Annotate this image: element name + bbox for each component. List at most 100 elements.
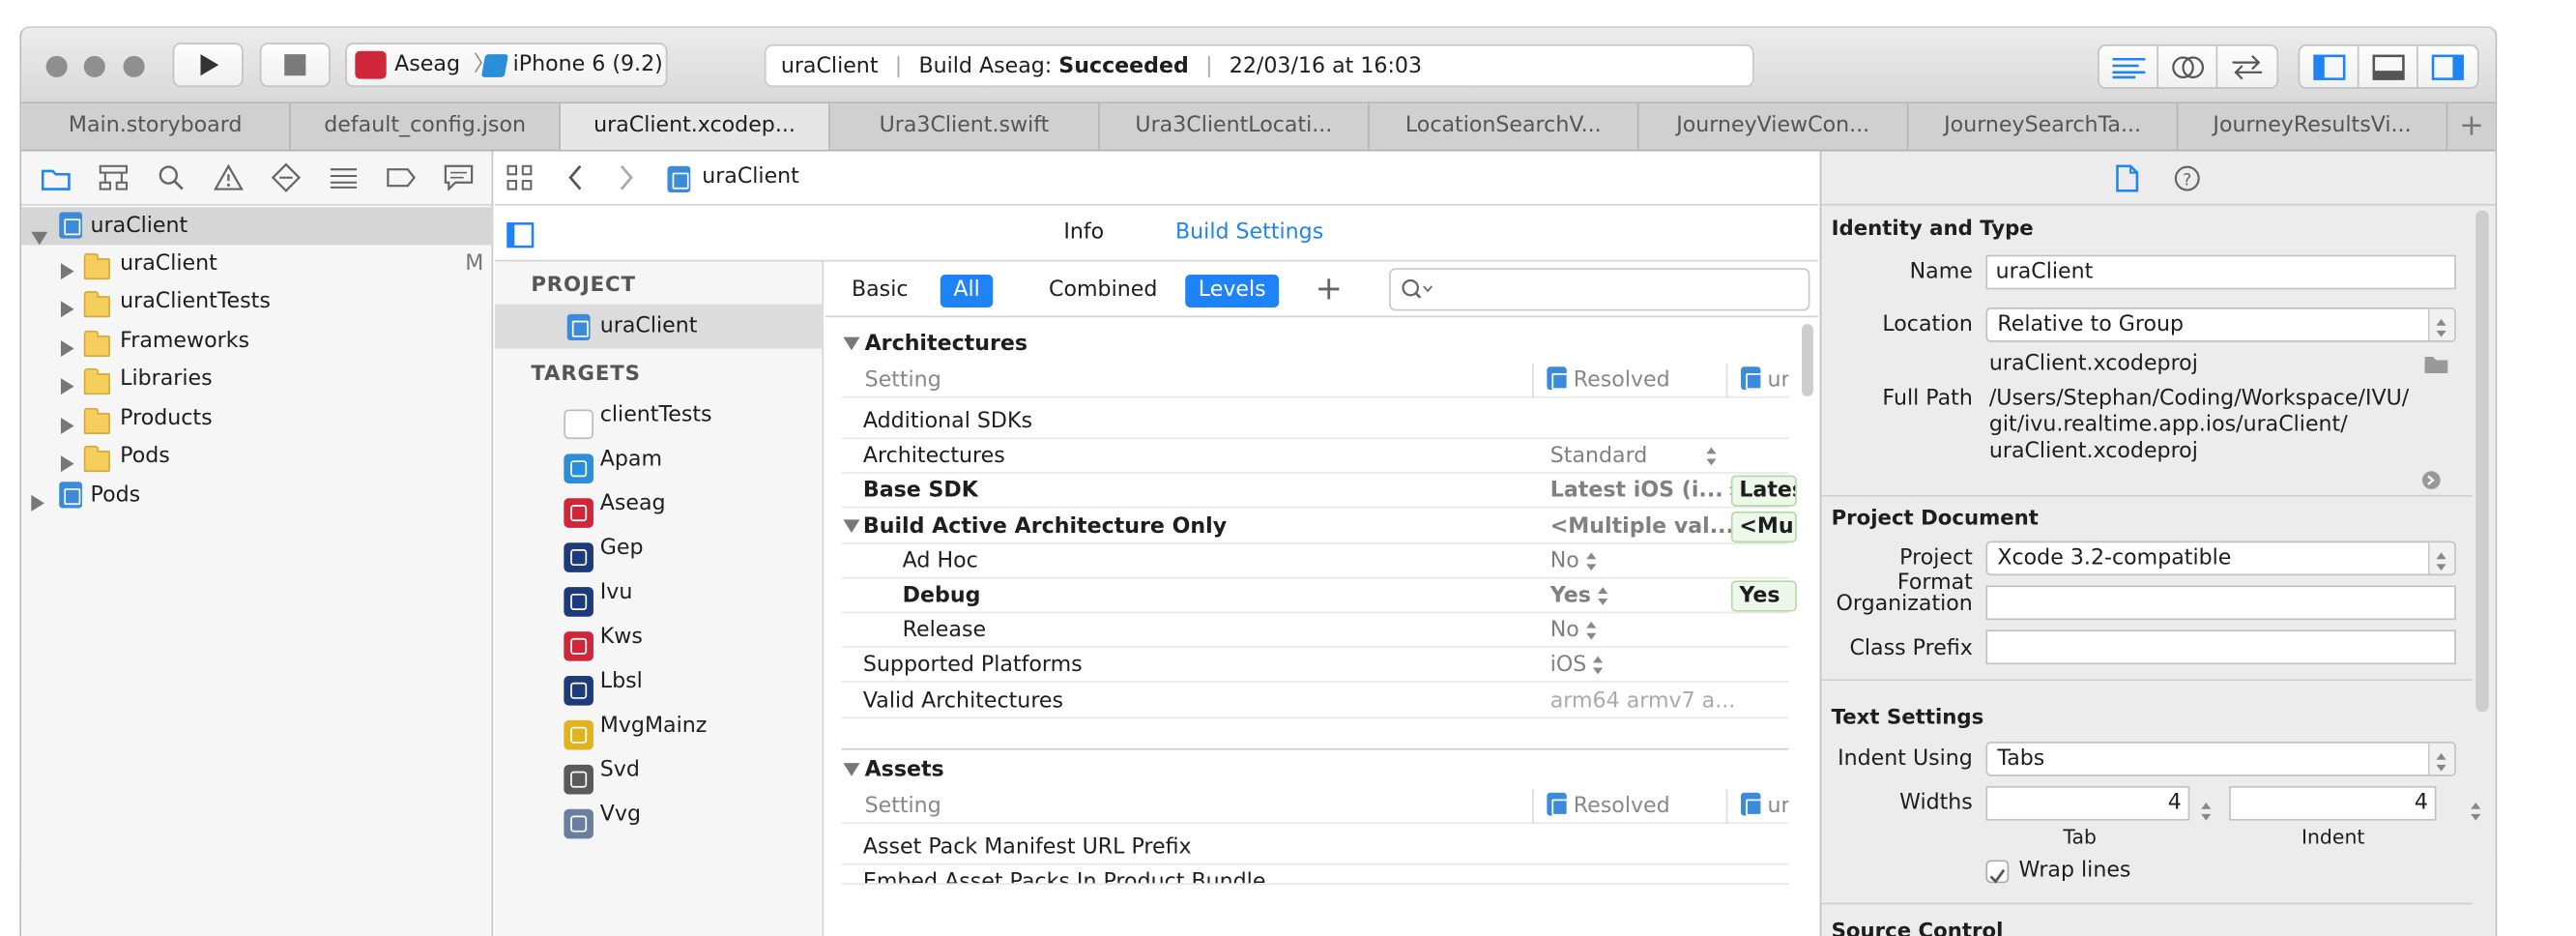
related-items-grid-icon[interactable] [507,164,533,190]
indent-using-popup[interactable]: Tabs [1985,742,2456,776]
help-circle-icon[interactable]: ? [2173,164,2201,192]
disclosure-open-icon[interactable] [843,336,860,351]
tab-locationsearch[interactable]: LocationSearchV... [1370,103,1639,150]
wrap-lines-checkbox[interactable] [1985,860,2010,884]
setting-row[interactable]: Embed Asset Packs In Product Bundle [841,865,1789,885]
tab-default-config[interactable]: default_config.json [291,103,561,150]
setting-row[interactable]: Additional SDKs [841,404,1789,440]
tab-build-settings[interactable]: Build Settings [1175,220,1323,246]
run-button[interactable] [172,43,244,88]
toggle-utilities-button[interactable] [2418,46,2477,88]
toggle-debug-area-button[interactable] [2359,45,2418,88]
build-settings-search-field[interactable] [1389,268,1810,311]
folder-icon[interactable] [38,160,73,195]
setting-row[interactable]: Release No [841,614,1789,649]
reveal-arrow-icon[interactable] [2421,470,2441,489]
level-value-chip[interactable]: Yes [1730,580,1797,612]
target-item[interactable]: Kws [495,615,824,660]
disclosure-open-icon[interactable] [843,518,860,533]
tab-main-storyboard[interactable]: Main.storyboard [21,103,292,150]
value-stepper-icon[interactable] [1593,657,1605,675]
disclosure-closed-icon[interactable] [60,340,74,358]
inspector-scrollbar[interactable] [2475,210,2489,713]
jump-bar-title[interactable]: uraClient [702,164,799,190]
tab-journeysearchtable[interactable]: JourneySearchTa... [1909,103,2179,150]
search-icon[interactable] [153,160,188,195]
add-setting-button[interactable]: + [1316,268,1344,307]
forward-arrow-icon[interactable] [618,164,634,190]
nav-item-libraries[interactable]: Libraries [21,360,493,397]
value-stepper-icon[interactable] [1706,447,1719,466]
breakpoint-icon[interactable] [383,160,419,195]
disclosure-closed-icon[interactable] [60,455,74,473]
file-document-icon[interactable] [2116,164,2139,192]
target-item[interactable]: Lbsl [495,659,824,705]
setting-row[interactable]: Ad Hoc No [841,544,1789,579]
nav-item-pods-folder[interactable]: Pods [21,437,493,475]
class-prefix-field[interactable] [1985,629,2456,665]
nav-root-pods[interactable]: Pods [21,477,493,514]
location-popup[interactable]: Relative to Group [1985,307,2456,342]
disclosure-closed-icon[interactable] [31,494,44,512]
nav-item-frameworks[interactable]: Frameworks [21,322,493,360]
setting-row[interactable]: Architectures Standard [841,439,1789,475]
setting-row[interactable]: Base SDK Latest iOS (i...Lates [841,474,1797,510]
architectures-section[interactable]: Architectures [842,327,1789,362]
minimize-window-button[interactable] [83,55,105,77]
debug-list-icon[interactable] [326,160,362,195]
disclosure-open-icon[interactable] [843,763,860,776]
tab-journeyresultsview[interactable]: JourneyResultsVi... [2178,103,2448,150]
stop-button[interactable] [259,43,331,88]
nav-item-uraclienttests[interactable]: uraClientTests [21,283,493,321]
assistant-editor-button[interactable] [2158,45,2218,88]
scheme-selector[interactable]: Aseag 〉 iPhone 6 (9.2) [345,43,668,88]
project-format-popup[interactable]: Xcode 3.2-compatible [1985,541,2456,576]
target-item[interactable]: Apam [495,437,824,483]
target-item[interactable]: MvgMainz [495,704,824,749]
disclosure-closed-icon[interactable] [60,263,74,280]
setting-row[interactable]: Asset Pack Manifest URL Prefix [841,831,1789,865]
reveal-folder-icon[interactable] [2423,354,2449,375]
tab-journeyviewcontroller[interactable]: JourneyViewCon... [1639,103,1909,150]
filter-basic[interactable]: Basic [838,275,921,307]
zoom-window-button[interactable] [123,55,145,77]
disclosure-closed-icon[interactable] [60,378,74,395]
target-item[interactable]: Gep [495,526,824,571]
nav-root-uraclient[interactable]: uraClient [21,207,494,246]
target-item[interactable]: Svd [495,748,824,794]
setting-row[interactable]: Debug Yes Yes [841,579,1797,614]
organization-field[interactable] [1985,585,2456,621]
hierarchy-icon[interactable] [96,160,131,195]
tab-ura3client-swift[interactable]: Ura3Client.swift [830,103,1100,150]
test-diamond-icon[interactable] [268,160,304,195]
disclosure-open-icon[interactable] [31,231,48,246]
tab-info[interactable]: Info [1063,220,1104,246]
target-item[interactable]: clientTests [495,393,824,439]
filter-levels[interactable]: Levels [1185,275,1280,308]
level-value-chip[interactable]: Lates [1730,476,1797,508]
disclosure-closed-icon[interactable] [60,417,74,434]
nav-item-uraclient[interactable]: uraClient M [21,245,493,282]
tab-width-stepper[interactable] [2201,802,2213,821]
nav-item-products[interactable]: Products [21,399,493,437]
setting-row[interactable]: Build Active Architecture Only <Multiple … [841,510,1797,544]
assets-section[interactable]: Assets [842,753,1789,788]
vertical-scrollbar[interactable] [1801,324,1813,396]
add-tab-button[interactable]: + [2447,103,2495,150]
setting-row[interactable]: Valid Architectures arm64 armv7 a... [841,684,1789,718]
value-stepper-icon[interactable] [1585,622,1598,640]
warning-icon[interactable] [211,160,246,195]
target-item[interactable]: Ivu [495,570,824,616]
filter-all[interactable]: All [940,275,994,308]
tab-width-field[interactable]: 4 [1985,785,2190,821]
project-item-uraclient[interactable]: uraClient [494,304,825,349]
show-targets-panel-icon[interactable] [507,222,536,249]
back-arrow-icon[interactable] [567,164,584,190]
target-item[interactable]: Aseag [495,482,824,528]
close-window-button[interactable] [45,55,68,77]
indent-width-stepper[interactable] [2471,802,2482,821]
tab-ura3clientlocation[interactable]: Ura3ClientLocati... [1100,103,1370,150]
name-field[interactable]: uraClient [1985,254,2456,290]
level-value-chip[interactable]: <Mu [1730,511,1797,542]
value-stepper-icon[interactable] [1585,552,1598,570]
